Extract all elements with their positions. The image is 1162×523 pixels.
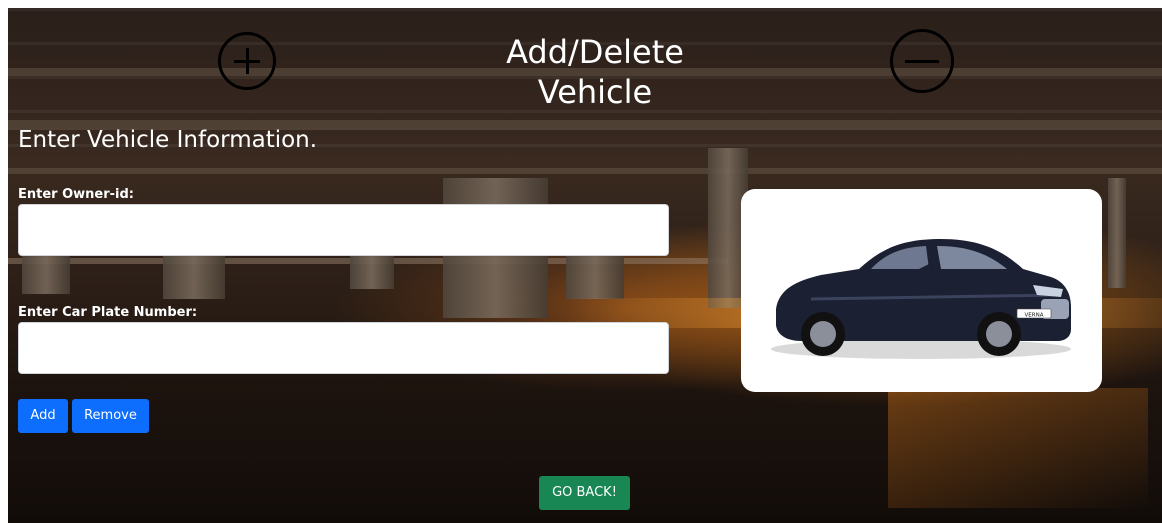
car-image-card: VERNA bbox=[741, 189, 1102, 392]
page-title-line1: Add/Delete bbox=[506, 33, 684, 71]
plus-vertical bbox=[246, 48, 249, 74]
minus-horizontal bbox=[905, 60, 939, 63]
background-beam bbox=[8, 168, 1162, 174]
page-background: Add/Delete Vehicle Enter Vehicle Informa… bbox=[8, 8, 1162, 523]
car-rim-front bbox=[986, 321, 1012, 347]
background-floor-streak bbox=[888, 388, 1148, 508]
add-button[interactable]: Add bbox=[18, 399, 68, 433]
go-back-button[interactable]: GO BACK! bbox=[539, 476, 630, 510]
remove-button[interactable]: Remove bbox=[72, 399, 149, 433]
page-title-line2: Vehicle bbox=[537, 73, 653, 111]
car-image: VERNA bbox=[771, 239, 1071, 359]
minus-circle-icon[interactable] bbox=[890, 29, 954, 93]
owner-id-input[interactable] bbox=[18, 204, 669, 256]
car-rim-rear bbox=[810, 321, 836, 347]
car-plate-text: VERNA bbox=[1025, 313, 1044, 319]
background-pillar bbox=[1108, 178, 1126, 288]
plate-number-label: Enter Car Plate Number: bbox=[18, 305, 198, 320]
plate-number-input[interactable] bbox=[18, 322, 669, 374]
owner-id-label: Enter Owner-id: bbox=[18, 187, 135, 202]
plus-circle-icon[interactable] bbox=[218, 32, 276, 90]
form-heading: Enter Vehicle Information. bbox=[18, 127, 318, 153]
page-title: Add/Delete Vehicle bbox=[445, 32, 745, 112]
